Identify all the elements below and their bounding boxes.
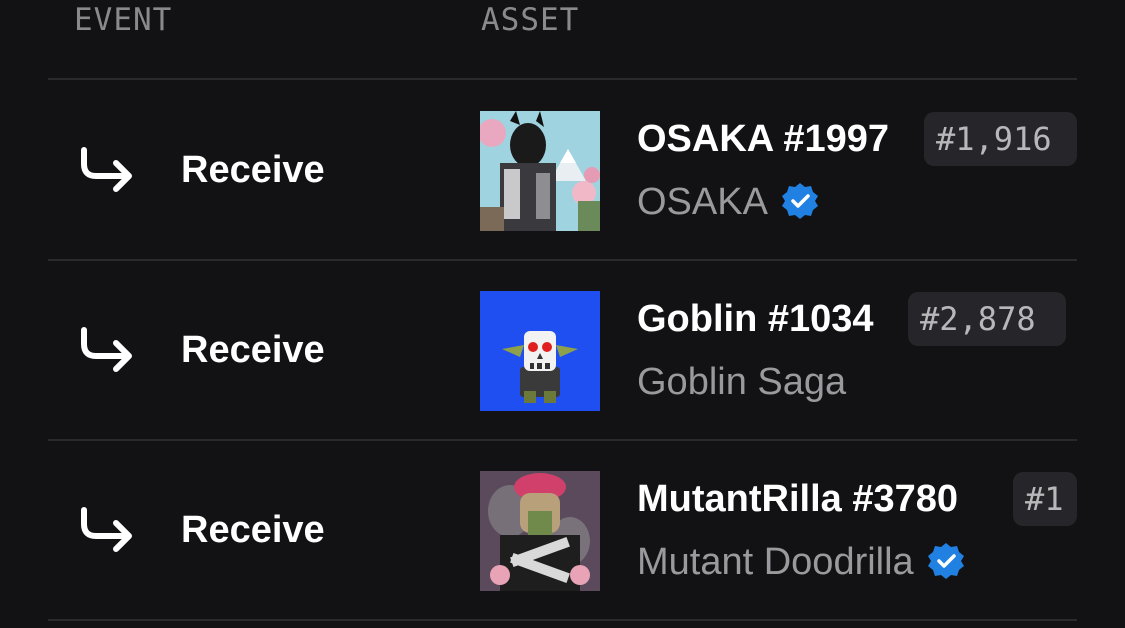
osaka-nft-image — [480, 111, 600, 231]
asset-name[interactable]: OSAKA #1997 — [637, 117, 889, 161]
verified-badge-icon — [927, 542, 964, 579]
table-row[interactable]: Receive MutantRilla #3780 #1 Mutant Dood… — [0, 440, 1125, 620]
table-header: EVENT ASSET — [0, 0, 1125, 80]
receive-arrow-icon — [81, 507, 132, 552]
scroll-overflow-mask — [1077, 0, 1125, 628]
asset-thumbnail[interactable] — [480, 471, 600, 591]
table-row[interactable]: Receive Goblin #1034 #2,878 Goblin Saga — [0, 260, 1125, 440]
asset-thumbnail[interactable] — [480, 111, 600, 231]
asset-thumbnail[interactable] — [480, 291, 600, 411]
table-row[interactable]: Receive OSAKA #1997 #1,916 OSAKA — [0, 80, 1125, 260]
verified-badge-icon — [781, 182, 818, 219]
asset-name[interactable]: MutantRilla #3780 — [637, 477, 958, 521]
collection-name[interactable]: OSAKA — [637, 180, 820, 224]
asset-name[interactable]: Goblin #1034 — [637, 297, 874, 341]
receive-arrow-icon — [81, 147, 132, 192]
rarity-rank-badge: #1 — [1013, 472, 1077, 526]
collection-name[interactable]: Mutant Doodrilla — [637, 540, 966, 584]
collection-name[interactable]: Goblin Saga — [637, 360, 846, 404]
rarity-rank-badge: #2,878 — [908, 292, 1066, 346]
column-header-event: EVENT — [74, 2, 173, 38]
goblin-nft-image — [480, 291, 600, 411]
rarity-rank-badge: #1,916 — [924, 112, 1077, 166]
row-divider — [48, 619, 1077, 621]
collection-label: Mutant Doodrilla — [637, 541, 914, 583]
receive-arrow-icon — [81, 327, 132, 372]
event-label: Receive — [181, 149, 325, 191]
collection-label: OSAKA — [637, 181, 768, 223]
column-header-asset: ASSET — [481, 2, 580, 38]
event-label: Receive — [181, 329, 325, 371]
event-label: Receive — [181, 509, 325, 551]
collection-label: Goblin Saga — [637, 361, 847, 403]
mutantrilla-nft-image — [480, 471, 600, 591]
